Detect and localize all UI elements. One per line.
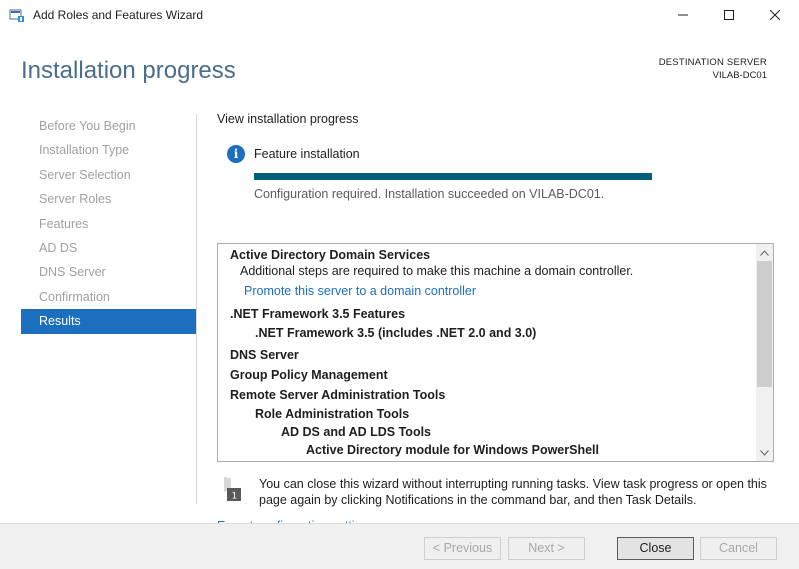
result-item: Active Directory module for Windows Powe… <box>306 443 599 457</box>
result-item: Group Policy Management <box>230 368 388 382</box>
result-item: AD DS and AD LDS Tools <box>281 425 431 439</box>
result-item: DNS Server <box>230 348 299 362</box>
chevron-up-icon <box>760 249 769 256</box>
scrollbar-thumb[interactable] <box>757 261 772 387</box>
close-icon <box>770 10 780 20</box>
result-item: .NET Framework 3.5 (includes .NET 2.0 an… <box>255 326 537 340</box>
title-bar: Add Roles and Features Wizard <box>0 0 799 30</box>
minimize-icon <box>678 14 688 16</box>
previous-button[interactable]: < Previous <box>424 537 501 560</box>
sidebar-item-confirmation: Confirmation <box>39 289 110 304</box>
results-list[interactable]: Active Directory Domain Services Addition… <box>217 243 774 462</box>
feature-installation-label: Feature installation <box>254 147 360 161</box>
server-manager-icon <box>9 9 24 22</box>
progress-fill <box>254 173 652 180</box>
notice-text: You can close this wizard without interr… <box>259 477 767 507</box>
sidebar-item-server-selection: Server Selection <box>39 167 131 182</box>
sidebar-item-ad-ds: AD DS <box>39 240 78 255</box>
wizard-footer: < Previous Next > Close Cancel <box>0 523 799 569</box>
destination-server-label: DESTINATION SERVER <box>658 57 767 68</box>
window-title: Add Roles and Features Wizard <box>33 8 204 22</box>
scroll-up-button[interactable] <box>756 244 773 261</box>
svg-text:1: 1 <box>232 492 238 502</box>
page-title: Installation progress <box>21 57 236 84</box>
promote-domain-controller-link[interactable]: Promote this server to a domain controll… <box>244 284 476 298</box>
sidebar-item-installation-type: Installation Type <box>39 143 130 158</box>
result-item: Role Administration Tools <box>255 407 410 421</box>
installation-status-text: Configuration required. Installation suc… <box>254 187 605 201</box>
results-scrollbar[interactable] <box>756 244 773 461</box>
result-item: Active Directory Domain Services <box>230 248 431 262</box>
sidebar-divider <box>196 114 197 504</box>
sidebar-item-server-roles: Server Roles <box>39 192 112 207</box>
maximize-icon <box>724 10 734 20</box>
result-item: Additional steps are required to make th… <box>240 264 634 278</box>
result-item: .NET Framework 3.5 Features <box>230 307 406 321</box>
sidebar-item-dns-server: DNS Server <box>39 265 106 280</box>
results-list-content: Active Directory Domain Services Addition… <box>218 244 756 461</box>
cancel-button[interactable]: Cancel <box>700 537 777 560</box>
flag-notification-icon: 1 <box>224 477 241 502</box>
scroll-down-button[interactable] <box>756 444 773 461</box>
close-window-button[interactable] <box>752 0 798 30</box>
maximize-button[interactable] <box>706 0 752 30</box>
sidebar-item-before-you-begin: Before You Begin <box>39 119 136 133</box>
info-icon: i <box>227 145 245 163</box>
result-item: Remote Server Administration Tools <box>230 388 446 402</box>
chevron-down-icon <box>760 449 769 456</box>
close-button[interactable]: Close <box>617 537 694 560</box>
sidebar-item-results[interactable]: Results <box>21 309 196 334</box>
wizard-body: Installation progress DESTINATION SERVER… <box>0 30 799 569</box>
installation-progress-bar <box>254 173 652 180</box>
next-button[interactable]: Next > <box>508 537 585 560</box>
destination-server-name: VILAB-DC01 <box>712 70 767 81</box>
minimize-button[interactable] <box>660 0 706 30</box>
wizard-steps-sidebar: Before You Begin Installation Type Serve… <box>21 114 196 334</box>
sidebar-item-features: Features <box>39 216 89 231</box>
view-progress-label: View installation progress <box>217 112 359 126</box>
